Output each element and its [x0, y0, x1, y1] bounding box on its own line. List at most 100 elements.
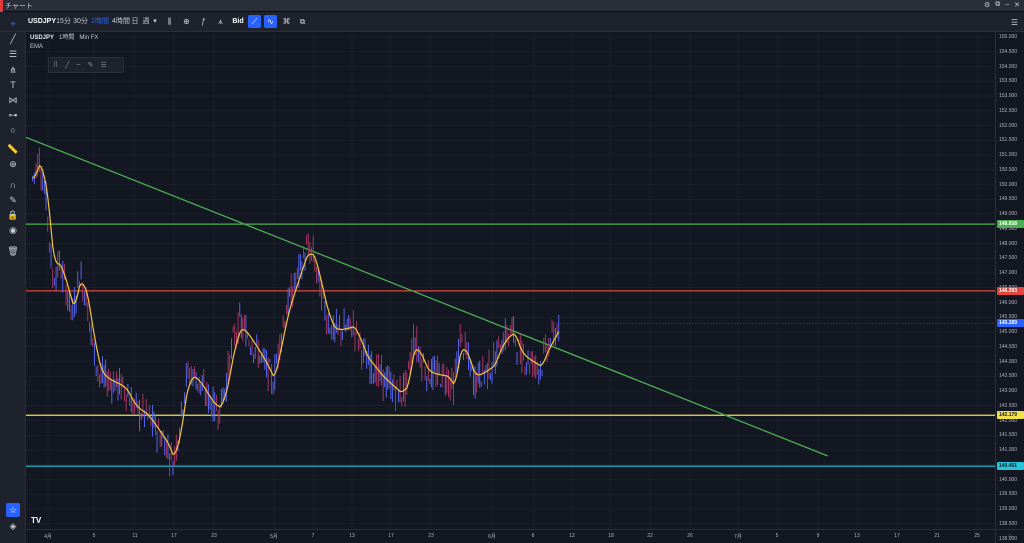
legend-interval: 1時間: [59, 35, 75, 41]
magnet-icon[interactable]: ∩: [6, 178, 20, 192]
time-label: 17: [894, 533, 900, 539]
price-tick: 147.500: [999, 255, 1018, 262]
window-controls: ⚙ ⧉ – ✕: [984, 1, 1020, 9]
symbol-selector[interactable]: USDJPY: [28, 15, 56, 28]
chart-canvas[interactable]: [26, 32, 995, 529]
time-label: 6月: [488, 534, 496, 540]
drag-handle-icon[interactable]: ⠿: [53, 61, 58, 69]
price-tick: 144.000: [999, 358, 1018, 365]
price-scale[interactable]: 155.000 154.500 154.000 153.500 153.000 152.5…: [995, 32, 1024, 542]
price-tick: 138.500: [999, 520, 1018, 527]
time-label: 6: [531, 533, 535, 539]
price-type-button[interactable]: Bid: [231, 15, 245, 28]
price-tick: 143.000: [999, 388, 1018, 394]
time-label: 17: [171, 533, 177, 539]
price-tick: 155.000: [999, 34, 1018, 40]
price-tick: 140.000: [999, 476, 1018, 483]
trendline-tool-icon[interactable]: ╱: [6, 32, 20, 46]
text-tool-icon[interactable]: T: [6, 78, 20, 92]
settings-icon[interactable]: ⚙: [984, 1, 990, 9]
price-tick: 151.500: [999, 137, 1018, 144]
add-indicator-icon[interactable]: ⊕: [180, 15, 193, 28]
time-label: 5月: [270, 534, 278, 540]
price-tick: 141.500: [999, 432, 1018, 439]
price-tick: 142.500: [999, 402, 1018, 409]
time-scale[interactable]: 4月 5 11 17 23 5月 7 13 17 23 6月 6 12 18 22 26 7月 5 9 13 17 21 2…: [26, 529, 995, 543]
app-accent-mark: [0, 0, 3, 12]
drawing-toolbar: ⌖ ╱ ☰ ⋔ T ⋈ ⊶ ○ 📏 ⊕ ∩ ✎ 🔒 ◉ 🗑 ☆ ◈: [0, 19, 26, 543]
price-tick: 149.000: [999, 211, 1018, 217]
time-label: 9: [816, 533, 820, 539]
app-window: チャート ⚙ ⧉ – ✕ USDJPY 15分 30分 1時間 4時間 日 週 …: [0, 0, 1024, 543]
legend-indicator[interactable]: EMA: [30, 44, 43, 50]
interval-1h[interactable]: 1時間: [90, 15, 110, 28]
chart-type-icon[interactable]: ⫼: [163, 15, 176, 28]
floating-drawing-toolbar: ⠿ ╱ ┄ ✎ ☰: [48, 57, 124, 73]
forecast-tool-icon[interactable]: ⊶: [6, 108, 20, 122]
layout-icon[interactable]: ⧉: [296, 15, 309, 28]
price-bars: [32, 147, 560, 477]
layers-icon[interactable]: ◈: [6, 519, 20, 533]
horizontal-lines-tool-icon[interactable]: ☰: [6, 47, 20, 61]
cursor-icon[interactable]: ⌖: [6, 17, 20, 31]
line-color-icon[interactable]: ╱: [65, 61, 69, 69]
indicators-icon[interactable]: ƒ: [197, 15, 210, 28]
time-label: 5: [92, 533, 96, 539]
compare-icon[interactable]: ⩚: [214, 15, 227, 28]
interval-4h[interactable]: 4時間: [112, 15, 130, 28]
ruler-icon[interactable]: 📏: [6, 142, 20, 156]
line-style-icon[interactable]: ┄: [76, 61, 80, 69]
circle-tool-icon[interactable]: ○: [6, 123, 20, 137]
time-label: 26: [687, 533, 693, 539]
price-tick: 153.000: [999, 93, 1018, 99]
price-tick: 151.000: [999, 152, 1018, 158]
time-label: 21: [934, 533, 940, 539]
top-toolbar: USDJPY 15分 30分 1時間 4時間 日 週 ▾ ⫼ ⊕ ƒ ⩚ Bid…: [0, 12, 1024, 32]
pencil-lock-icon[interactable]: ✎: [6, 193, 20, 207]
popout-icon[interactable]: ⧉: [995, 1, 1000, 9]
time-label: 23: [211, 533, 217, 539]
ema-line: [32, 164, 560, 456]
settings-lines-icon[interactable]: ☰: [100, 61, 106, 69]
pattern-tool-icon[interactable]: ⋈: [6, 93, 20, 107]
interval-day[interactable]: 日: [131, 15, 139, 28]
close-icon[interactable]: ✕: [1014, 1, 1020, 9]
price-tick: 139.000: [999, 506, 1018, 512]
price-label-res2: 146.393: [997, 286, 1024, 295]
time-label: 25: [974, 533, 980, 539]
interval-week[interactable]: 週: [142, 15, 150, 28]
template-icon[interactable]: ⌘: [280, 15, 293, 28]
price-tick: 154.000: [999, 63, 1018, 70]
trash-icon[interactable]: 🗑: [6, 244, 20, 258]
time-label: 12: [569, 533, 575, 539]
price-tick: 147.000: [999, 270, 1018, 276]
time-label: 17: [388, 533, 394, 539]
time-label: 11: [132, 533, 138, 539]
zoom-icon[interactable]: ⊕: [6, 157, 20, 171]
minimize-icon[interactable]: –: [1005, 1, 1009, 9]
price-tick: 146.000: [999, 299, 1018, 306]
price-label-current: 145.289: [997, 319, 1024, 328]
wave-chart-icon[interactable]: ∿: [264, 15, 277, 28]
price-tick: 139.500: [999, 491, 1018, 498]
time-label: 4月: [44, 534, 52, 540]
price-tick: 149.500: [999, 196, 1018, 203]
legend-source: Min FX: [79, 35, 99, 41]
window-title: チャート: [5, 3, 33, 10]
horizontal-lines: [26, 223, 995, 467]
price-label-sup1: 142.179: [997, 411, 1024, 420]
edit-icon[interactable]: ✎: [88, 61, 94, 69]
price-tick: 148.000: [999, 240, 1018, 247]
favorites-star-icon[interactable]: ☆: [6, 503, 20, 517]
interval-15m[interactable]: 15分: [56, 15, 71, 28]
line-chart-icon[interactable]: ⟋: [248, 15, 261, 28]
eye-icon[interactable]: ◉: [6, 223, 20, 237]
lock-icon[interactable]: 🔒: [6, 208, 20, 222]
time-label: 7: [311, 533, 315, 539]
chevron-down-icon[interactable]: ▾: [152, 15, 158, 28]
scale-settings-icon[interactable]: ○: [995, 529, 1024, 543]
panel-toggle-icon[interactable]: ☰: [1008, 16, 1021, 29]
pitchfork-tool-icon[interactable]: ⋔: [6, 63, 20, 77]
time-label: 7月: [734, 534, 742, 540]
interval-30m[interactable]: 30分: [73, 15, 88, 28]
